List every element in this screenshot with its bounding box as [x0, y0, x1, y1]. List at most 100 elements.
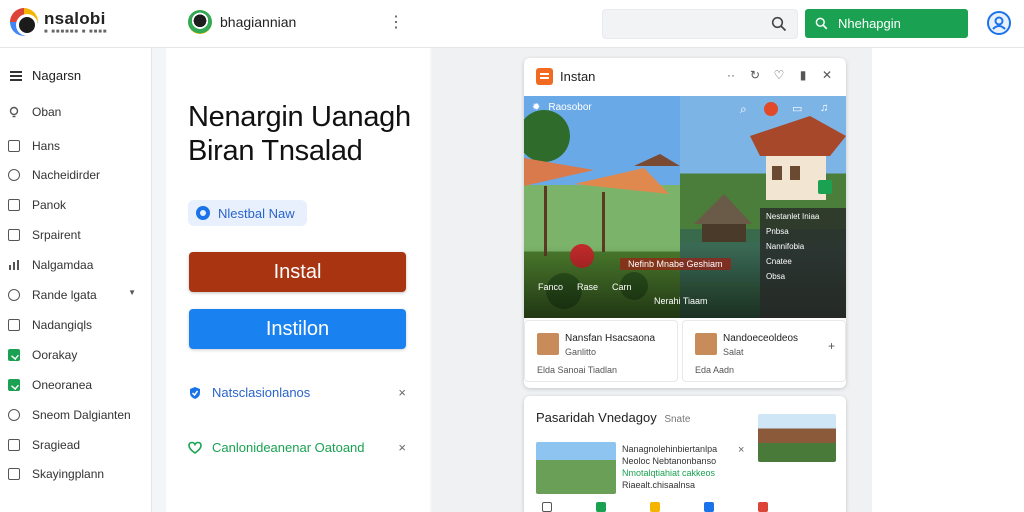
hero-meta: Fanco Rase Carn — [538, 282, 632, 292]
brand[interactable]: nsalobi ■ ■■■■■■ ■ ■■■■ — [10, 8, 108, 36]
close-icon[interactable]: × — [398, 385, 406, 400]
check-square-icon — [8, 349, 20, 361]
sidebar-item[interactable]: Hans — [8, 136, 146, 156]
account-switcher[interactable]: bhagiannian — [188, 10, 296, 34]
list-icon — [8, 140, 20, 152]
shield-check-icon — [190, 386, 200, 399]
add-icon[interactable] — [596, 502, 606, 512]
install-button[interactable]: Instal — [189, 252, 406, 292]
gear-icon[interactable]: ✹ — [532, 102, 540, 113]
top-cta-button[interactable]: Nhehapgin — [805, 9, 968, 38]
status-pill[interactable]: Nlestbal Naw — [188, 200, 307, 226]
star-icon[interactable] — [650, 502, 660, 512]
search-input[interactable] — [611, 15, 761, 35]
chevron-down-icon[interactable]: ▼ — [128, 288, 136, 297]
avatar — [537, 333, 559, 355]
notice-label: Canlonideanenar Oatoand — [212, 440, 365, 455]
list-item[interactable]: Nansfan Hsacsaona Ganlitto Elda Sanoai T… — [524, 320, 678, 382]
sidebar-item-label: Nadangiqls — [32, 318, 93, 332]
more-options-icon[interactable]: ⋮ — [388, 13, 404, 33]
info-line: Nannifobia — [766, 242, 805, 251]
home-icon[interactable] — [542, 502, 552, 512]
sidebar-item-label: Oneoranea — [32, 378, 93, 392]
search-icon — [815, 17, 828, 30]
sidebar-item-label: Oorakay — [32, 348, 78, 362]
close-icon[interactable]: × — [738, 444, 744, 456]
sidebar-item[interactable]: Nacheidirder — [8, 165, 146, 185]
list-item-title: Nansfan Hsacsaona — [565, 333, 656, 344]
favorite-icon[interactable]: ♡ — [772, 68, 786, 82]
sidebar-item[interactable]: Srpairent — [8, 225, 146, 245]
post-thumbnail[interactable] — [536, 442, 616, 494]
hero-caption: Nerahi Tiaam — [654, 296, 708, 306]
sidebar-item[interactable]: Oneoranea — [8, 375, 146, 395]
post-thumbnail[interactable] — [758, 414, 836, 462]
bookmark-icon[interactable]: ▮ — [796, 68, 810, 82]
search-icon[interactable] — [771, 16, 787, 32]
lightbulb-icon — [8, 106, 20, 118]
sidebar-item-label: Oban — [32, 105, 62, 119]
brand-name: nsalobi — [44, 8, 106, 28]
info-panel: Nestanlet Iniaa Pnbsa Nannifobia Cnatee … — [760, 208, 846, 318]
top-bar: nsalobi ■ ■■■■■■ ■ ■■■■ bhagiannian ⋮ Nh… — [0, 0, 1024, 48]
sidebar-item[interactable]: Sragiead — [8, 435, 146, 455]
sidebar-item[interactable]: Sneom Dalgianten — [8, 405, 146, 425]
verified-icon — [818, 180, 832, 194]
video-icon[interactable] — [758, 502, 768, 512]
install-secondary-button[interactable]: Instilon — [189, 309, 406, 349]
sidebar-item[interactable]: Panok — [8, 195, 146, 215]
info-line: Pnbsa — [766, 227, 789, 236]
title-line-2: Biran Tnsalad — [188, 135, 363, 167]
profile-settings-icon[interactable] — [986, 10, 1012, 36]
status-pill-label: Nlestbal Naw — [218, 205, 295, 221]
hero-topbar: ✹ Raosobor — [532, 102, 592, 113]
more-icon[interactable]: ·· — [724, 68, 738, 82]
sidebar-header[interactable]: Nagarsn — [10, 68, 81, 83]
profile-icon[interactable] — [764, 102, 778, 116]
menu-icon — [10, 70, 22, 81]
page-title: Nenargin Uanagh Biran Tnsalad — [188, 100, 428, 168]
title-line-1: Nenargin Uanagh — [188, 101, 411, 133]
sidebar-item-label: Nalgamdaa — [32, 258, 94, 272]
info-line: Cnatee — [766, 257, 792, 266]
hero-image[interactable]: ✹ Raosobor ⌕ ▭ ♫ Nefinb Mnabe Geshiam Fa… — [524, 96, 846, 318]
chat-icon[interactable]: ▭ — [792, 102, 802, 115]
sidebar-item[interactable]: Nadangiqls — [8, 315, 146, 335]
info-line: Nestanlet Iniaa — [766, 212, 820, 221]
sidebar-item-label: Hans — [32, 139, 61, 153]
notice-item: Natsclasionlanos × — [188, 385, 406, 400]
card-action-bar — [542, 502, 768, 512]
circle-icon — [8, 409, 20, 421]
avatar — [695, 333, 717, 355]
post-line: Neoloc Nebtanonbanso — [622, 456, 717, 466]
sidebar-item[interactable]: Skayingplann — [8, 464, 146, 484]
sidebar-item[interactable]: Rande lgata ▼ — [8, 285, 146, 305]
file-icon — [8, 439, 20, 451]
sidebar-item-label: Sragiead — [32, 438, 81, 452]
refresh-icon[interactable]: ↻ — [748, 68, 762, 82]
close-icon[interactable]: × — [398, 440, 406, 455]
meta-item: Carn — [612, 282, 632, 292]
account-avatar — [188, 10, 212, 34]
sidebar: Nagarsn Oban Hans Nacheidirder Panok Srp… — [0, 48, 152, 512]
sidebar-item[interactable]: Oban — [8, 102, 146, 122]
brand-logo-icon — [10, 8, 38, 36]
add-icon[interactable]: + — [828, 339, 835, 353]
close-icon[interactable]: ✕ — [820, 68, 834, 82]
info-dot-icon — [196, 206, 210, 220]
card-header: Instan ·· ↻ ♡ ▮ ✕ — [524, 58, 846, 96]
right-gutter — [872, 48, 1024, 512]
bookmark-icon[interactable] — [704, 502, 714, 512]
info-line: Obsa — [766, 272, 786, 281]
meta-item: Rase — [577, 282, 599, 292]
list-item[interactable]: Nandoeceoldeos Salat Eda Aadn + — [682, 320, 846, 382]
circle-icon — [8, 289, 20, 301]
meta-item: Fanco — [538, 282, 564, 292]
search-icon[interactable]: ⌕ — [740, 102, 747, 117]
hero-badge: Nefinb Mnabe Geshiam — [620, 258, 731, 270]
notification-icon[interactable]: ♫ — [820, 102, 828, 114]
sidebar-item[interactable]: Nalgamdaa — [8, 255, 146, 275]
sidebar-item-label: Nacheidirder — [32, 168, 101, 182]
sidebar-item[interactable]: Oorakay — [8, 345, 146, 365]
list-item-meta: Eda Aadn — [695, 365, 735, 375]
